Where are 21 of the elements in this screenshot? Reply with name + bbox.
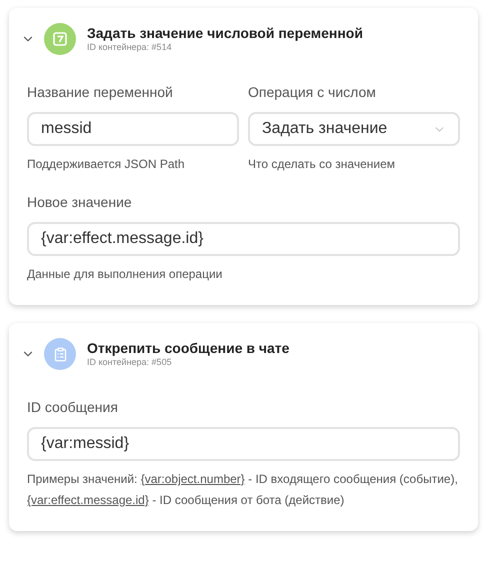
input-field[interactable]: messid	[27, 112, 239, 146]
help-text: Что сделать со значением	[248, 156, 396, 173]
help-text: Данные для выполнения операции	[27, 266, 224, 283]
card-title: Открепить сообщение в чате	[87, 340, 290, 357]
variable-link[interactable]: {var:effect.message.id}	[27, 493, 149, 507]
field-label: Новое значение	[27, 193, 133, 211]
select-value: Задать значение	[262, 119, 388, 139]
card-title: Задать значение числовой переменной	[87, 25, 363, 42]
input-field[interactable]: {var:effect.message.id}	[27, 222, 460, 256]
container-id: ID контейнера: #514	[87, 42, 173, 53]
container-id: ID контейнера: #505	[87, 357, 173, 368]
help-text: Примеры значений: {var:object.number} - ID входящего сообщения (событие), {var:effect.message.id} - ID сообщения от бота (действие)	[27, 471, 459, 509]
operation-select[interactable]: Задать значение	[248, 112, 460, 146]
variable-link[interactable]: {var:object.number}	[140, 472, 245, 486]
help-text: Поддерживается JSON Path	[27, 156, 186, 173]
input-field[interactable]: {var:messid}	[27, 427, 460, 461]
clipboard-icon	[52, 346, 68, 362]
field-label: ID сообщения	[27, 398, 119, 416]
number-square-icon	[53, 32, 67, 46]
field-label: Операция с числом	[248, 83, 377, 101]
field-label: Название переменной	[27, 83, 174, 101]
